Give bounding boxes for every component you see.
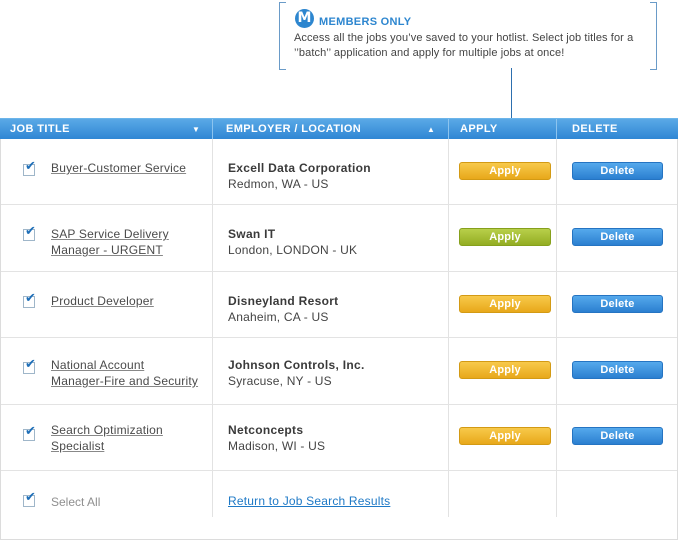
apply-button[interactable]: Apply	[459, 361, 551, 379]
table-row: ✔ Search Optimization Specialist Netconce…	[1, 405, 677, 471]
header-delete: DELETE	[556, 119, 678, 140]
employer-location: London, LONDON - UK	[228, 243, 358, 257]
sort-down-icon[interactable]: ▼	[192, 119, 200, 140]
checkmark-icon: ✔	[25, 489, 36, 504]
callout-title: MEMBERS ONLY	[319, 16, 412, 28]
members-only-callout: M MEMBERS ONLY Access all the jobs you’v…	[279, 2, 657, 70]
row-checkbox[interactable]: ✔	[23, 424, 36, 441]
row-checkbox[interactable]: ✔	[23, 224, 36, 241]
employer-location: Syracuse, NY - US	[228, 374, 332, 388]
delete-button[interactable]: Delete	[572, 162, 663, 180]
employer-location: Anaheim, CA - US	[228, 310, 329, 324]
checkmark-icon: ✔	[25, 356, 36, 371]
table-row: ✔ SAP Service Delivery Manager - URGENT S…	[1, 205, 677, 272]
employer-location: Madison, WI - US	[228, 439, 326, 453]
select-all-label[interactable]: Select All	[51, 495, 100, 509]
employer-name: Johnson Controls, Inc.	[228, 358, 365, 372]
delete-button[interactable]: Delete	[572, 427, 663, 445]
row-checkbox[interactable]: ✔	[23, 159, 36, 176]
delete-button[interactable]: Delete	[572, 295, 663, 313]
employer-name: Disneyland Resort	[228, 294, 339, 308]
header-job-title-label: JOB TITLE	[10, 123, 70, 135]
callout-left-bracket	[279, 2, 286, 70]
job-title-link[interactable]: Buyer-Customer Service	[51, 160, 186, 176]
employer-name: Swan IT	[228, 227, 276, 241]
hotlist-table: JOB TITLE ▼ EMPLOYER / LOCATION ▲ APPLY …	[0, 118, 678, 540]
return-to-results-link[interactable]: Return to Job Search Results	[228, 494, 390, 508]
job-title-link[interactable]: Search Optimization Specialist	[51, 422, 163, 454]
checkmark-icon: ✔	[25, 290, 36, 305]
table-header: JOB TITLE ▼ EMPLOYER / LOCATION ▲ APPLY …	[0, 118, 678, 140]
row-checkbox[interactable]: ✔	[23, 291, 36, 308]
row-checkbox[interactable]: ✔	[23, 357, 36, 374]
job-title-link[interactable]: Product Developer	[51, 293, 154, 309]
apply-button[interactable]: Apply	[459, 162, 551, 180]
callout-description: Access all the jobs you’ve saved to your…	[294, 32, 634, 59]
job-title-link[interactable]: National Account Manager-Fire and Securit…	[51, 357, 198, 389]
apply-button[interactable]: Apply	[459, 295, 551, 313]
table-row: ✔ National Account Manager-Fire and Secur…	[1, 338, 677, 405]
members-badge-icon: M	[295, 9, 314, 28]
employer-name: Netconcepts	[228, 423, 304, 437]
select-all-checkbox[interactable]: ✔	[23, 490, 36, 507]
header-job-title[interactable]: JOB TITLE ▼	[10, 119, 212, 140]
checkmark-icon: ✔	[25, 223, 36, 238]
apply-button[interactable]: Apply	[459, 228, 551, 246]
sort-up-icon[interactable]: ▲	[427, 119, 435, 140]
header-employer-label: EMPLOYER / LOCATION	[226, 123, 362, 135]
employer-name: Excell Data Corporation	[228, 161, 371, 175]
header-employer[interactable]: EMPLOYER / LOCATION ▲	[212, 119, 448, 140]
checkmark-icon: ✔	[25, 158, 36, 173]
employer-location: Redmon, WA - US	[228, 177, 329, 191]
apply-button[interactable]: Apply	[459, 427, 551, 445]
delete-button[interactable]: Delete	[572, 361, 663, 379]
table-row: ✔ Buyer-Customer Service Excell Data Cor…	[1, 139, 677, 205]
checkmark-icon: ✔	[25, 423, 36, 438]
header-apply: APPLY	[448, 119, 556, 140]
table-body: ✔ Buyer-Customer Service Excell Data Cor…	[0, 139, 678, 540]
callout-right-bracket	[650, 2, 657, 70]
table-row: ✔ Product Developer Disneyland Resort An…	[1, 272, 677, 338]
job-title-link[interactable]: SAP Service Delivery Manager - URGENT	[51, 226, 169, 258]
delete-button[interactable]: Delete	[572, 228, 663, 246]
